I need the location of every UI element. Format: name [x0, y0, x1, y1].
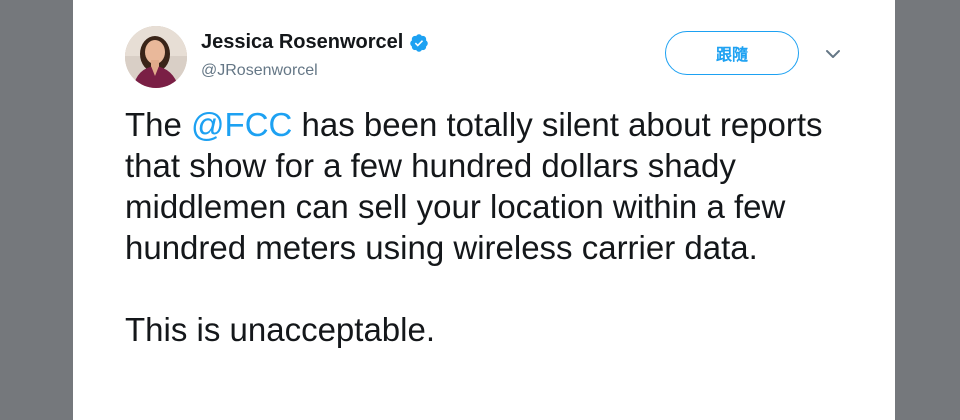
author-name-row[interactable]: Jessica Rosenworcel: [201, 31, 429, 54]
follow-button[interactable]: 跟隨: [665, 31, 799, 75]
tweet-paragraph-1: The @FCC has been totally silent about r…: [125, 104, 845, 268]
verified-badge-icon: [409, 33, 429, 53]
tweet-text: The @FCC has been totally silent about r…: [125, 104, 845, 350]
mention-link-fcc[interactable]: @FCC: [191, 106, 292, 143]
tweet-paragraph-2: This is unacceptable.: [125, 311, 436, 348]
tweet-card: Jessica Rosenworcel @JRosenworcel 跟隨 The…: [73, 0, 895, 420]
chevron-down-icon[interactable]: [821, 44, 845, 64]
author-name[interactable]: Jessica Rosenworcel: [201, 31, 403, 54]
author-handle[interactable]: @JRosenworcel: [201, 62, 318, 80]
avatar[interactable]: [125, 26, 187, 88]
avatar-image: [125, 26, 187, 88]
tweet-text-pre: The: [125, 106, 192, 143]
